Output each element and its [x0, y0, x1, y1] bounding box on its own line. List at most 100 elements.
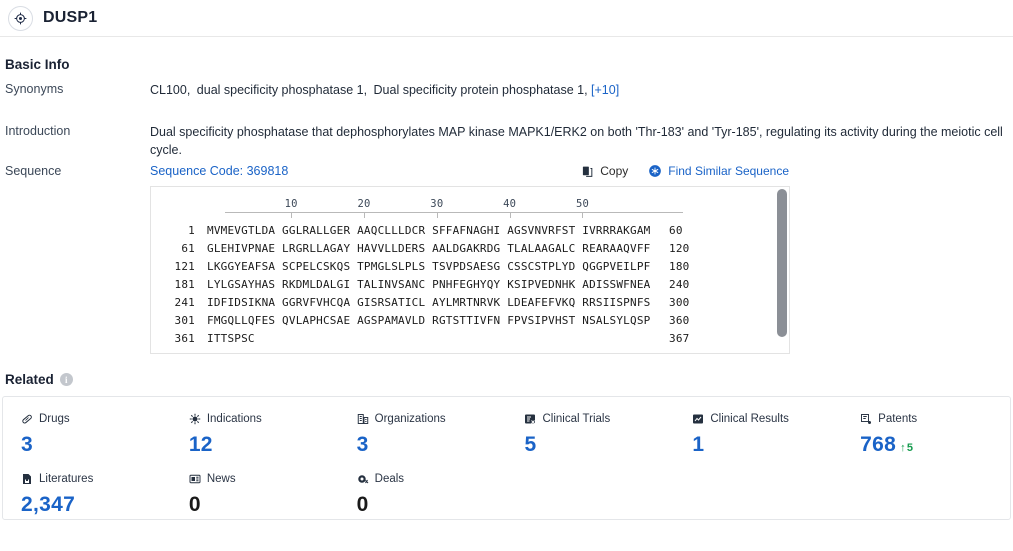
find-similar-sequence-icon	[648, 164, 662, 178]
sequence-line-residues: LKGGYEAFSA SCPELCSKQS TPMGLSLPLS TSVPDSA…	[207, 259, 651, 273]
basic-info-heading: Basic Info	[5, 57, 70, 72]
metric-label: Clinical Results	[710, 413, 789, 425]
find-similar-sequence-button[interactable]: Find Similar Sequence	[648, 164, 789, 178]
metric-head: Indications	[189, 411, 339, 427]
sequence-line-start: 61	[181, 241, 195, 255]
metric-value[interactable]: 0	[357, 493, 507, 517]
literature-icon	[21, 473, 33, 485]
sequence-line: 121 LKGGYEAFSA SCPELCSKQS TPMGLSLPLS TSVP…	[151, 257, 789, 275]
metric-head: Clinical Trials	[524, 411, 674, 427]
metric-value[interactable]: 0	[189, 493, 339, 517]
sequence-line-end: 120	[669, 241, 690, 255]
metric-count: 3	[356, 433, 369, 456]
ruler-tick-40	[509, 213, 511, 218]
metric-clinical-trials[interactable]: Clinical Trials 5	[506, 411, 674, 457]
metric-label: Indications	[206, 413, 262, 425]
metric-label: Organizations	[374, 413, 446, 425]
sequence-header: Sequence Code: 369818 Copy Find Similar …	[150, 164, 1013, 178]
row-introduction: Introduction Dual specificity phosphatas…	[0, 124, 1013, 164]
ruler-tick-50	[582, 213, 584, 218]
metric-head: Organizations	[357, 411, 507, 427]
sequence-line-end: 300	[669, 295, 690, 309]
metric-head: News	[189, 471, 339, 487]
copy-button[interactable]: Copy	[581, 164, 628, 178]
metric-indications[interactable]: Indications 12	[171, 411, 339, 457]
metric-head: Deals	[357, 471, 507, 487]
metric-head: Patents	[860, 411, 1010, 427]
sequence-line: 301 FMGQLLQFES QVLAPHCSAE AGSPAMAVLD RGTS…	[151, 311, 789, 329]
metric-value[interactable]: 3	[21, 433, 171, 457]
sequence-line-start: 1	[188, 223, 195, 237]
related-title: Related	[5, 372, 54, 387]
metric-organizations[interactable]: Organizations 3	[339, 411, 507, 457]
metric-value[interactable]: 768 ↑ 5	[860, 433, 1010, 457]
metric-count: 2,347	[21, 493, 76, 516]
metric-news[interactable]: News 0	[171, 471, 339, 517]
metric-value[interactable]: 5	[524, 433, 674, 457]
find-similar-sequence-label: Find Similar Sequence	[668, 164, 789, 178]
metric-head: Clinical Results	[692, 411, 842, 427]
sequence-line-start: 241	[174, 295, 195, 309]
arrow-up-icon: ↑	[900, 442, 906, 454]
sequence-actions: Copy Find Similar Sequence	[581, 164, 1013, 178]
sequence-line-end: 367	[669, 331, 690, 345]
sequence-line-start: 121	[174, 259, 195, 273]
metric-deals[interactable]: Deals 0	[339, 471, 507, 517]
related-heading: Related i	[0, 354, 1013, 387]
sequence-line-residues: MVMEVGTLDA GGLRALLGER AAQCLLLDCR SFFAFNA…	[207, 223, 651, 237]
patent-icon	[860, 413, 872, 425]
info-icon[interactable]: i	[59, 373, 73, 386]
sequence-line-start: 181	[174, 277, 195, 291]
ruler-label-20: 20	[357, 198, 371, 210]
sequence-line-residues: IDFIDSIKNA GGRVFVHCQA GISRSATICL AYLMRTN…	[207, 295, 651, 309]
ruler-label-40: 40	[503, 198, 517, 210]
metric-drugs[interactable]: Drugs 3	[3, 411, 171, 457]
ruler-tick-10	[291, 213, 293, 218]
metric-label: Drugs	[39, 413, 70, 425]
metric-label: Patents	[878, 413, 918, 425]
sequence-code-link[interactable]: Sequence Code: 369818	[150, 164, 288, 178]
metric-literatures[interactable]: Literatures 2,347	[3, 471, 171, 517]
metric-value[interactable]: 3	[357, 433, 507, 457]
news-icon	[189, 473, 201, 485]
synonym-1: CL100,	[150, 83, 191, 97]
row-sequence: Sequence Sequence Code: 369818 Copy Find…	[0, 164, 1013, 178]
synonym-3: Dual specificity protein phosphatase 1,	[373, 83, 588, 97]
pill-icon	[21, 413, 33, 425]
synonyms-more-link[interactable]: [+10]	[591, 83, 619, 97]
metric-count: 0	[188, 493, 201, 516]
metric-row-secondary: Literatures 2,347 News 0 Deals 0	[3, 471, 1010, 517]
sequence-line: 181 LYLGSAYHAS RKDMLDALGI TALINVSANC PNHF…	[151, 275, 789, 293]
value-introduction: Dual specificity phosphatase that dephos…	[150, 125, 1003, 157]
sequence-ruler: 10 20 30 40 50	[225, 193, 735, 221]
metric-clinical-results[interactable]: Clinical Results 1	[674, 411, 842, 457]
ruler-baseline	[225, 212, 683, 213]
ruler-tick-30	[436, 213, 438, 218]
sequence-line-end: 240	[669, 277, 690, 291]
metric-label: News	[206, 473, 236, 485]
deal-icon	[357, 473, 369, 485]
basic-info-grid: Synonyms CL100, dual specificity phospha…	[0, 72, 1013, 178]
sequence-content: 10 20 30 40 50 1 MVMEVGTLDA GGLRALLGER AAQCLL…	[151, 187, 789, 347]
virus-icon	[189, 413, 201, 425]
metric-head: Literatures	[21, 471, 171, 487]
sequence-line: 241 IDFIDSIKNA GGRVFVHCQA GISRSATICL AYLM…	[151, 293, 789, 311]
metric-value[interactable]: 1	[692, 433, 842, 457]
clinical-result-icon	[692, 413, 704, 425]
sequence-lines: 1 MVMEVGTLDA GGLRALLGER AAQCLLLDCR SFFAFN…	[151, 221, 789, 347]
metric-count: 1	[692, 433, 705, 456]
sequence-viewer[interactable]: 10 20 30 40 50 1 MVMEVGTLDA GGLRALLGER AAQCLL…	[150, 186, 790, 354]
related-card: Drugs 3 Indications 12 Organizations 3 Clinica…	[2, 396, 1011, 520]
metric-patents[interactable]: Patents 768 ↑ 5	[842, 411, 1010, 457]
sequence-scrollbar-thumb[interactable]	[777, 189, 787, 337]
label-synonyms: Synonyms	[5, 82, 64, 96]
label-sequence: Sequence	[5, 164, 62, 178]
metric-count: 3	[21, 433, 33, 456]
sequence-line-residues: ITTSPSC	[207, 331, 255, 345]
sequence-line-residues: LYLGSAYHAS RKDMLDALGI TALINVSANC PNHFEGH…	[207, 277, 651, 291]
metric-value[interactable]: 12	[189, 433, 339, 457]
metric-delta-value: 5	[906, 442, 914, 454]
metric-value[interactable]: 2,347	[21, 493, 171, 517]
sequence-scrollbar[interactable]	[777, 189, 787, 353]
copy-label: Copy	[600, 164, 629, 178]
